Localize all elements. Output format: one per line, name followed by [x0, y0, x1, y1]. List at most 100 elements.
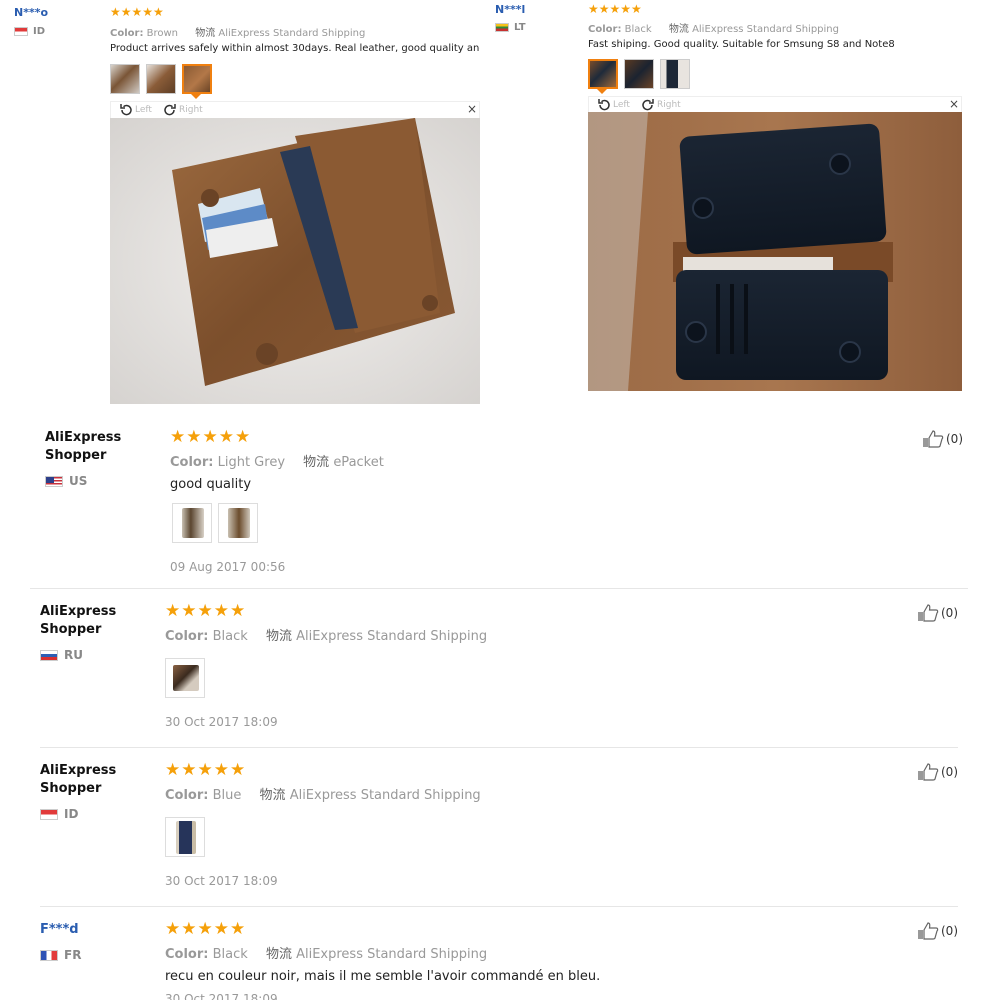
- color-value: Blue: [212, 788, 242, 803]
- selected-pointer-icon: [597, 89, 607, 94]
- shipping-label: 物流: [265, 947, 292, 962]
- divider: [40, 906, 958, 907]
- order-info: Color: Blue 物流 AliExpress Standard Shipp…: [165, 784, 481, 803]
- review-item: AliExpress Shopper ID ★★★★★ Color: Blue …: [0, 753, 1000, 905]
- rotate-left-button[interactable]: Left: [597, 98, 630, 112]
- rotate-right-label: Right: [657, 100, 681, 110]
- review-thumbnail[interactable]: [146, 64, 176, 94]
- review-thumbnail-selected[interactable]: [588, 59, 618, 89]
- order-info: Color: Light Grey 物流 ePacket: [170, 451, 384, 470]
- helpful-count: (0): [941, 765, 958, 779]
- review-text: good quality: [170, 477, 252, 492]
- image-viewer: Left Right ×: [110, 101, 480, 404]
- review-thumbnail[interactable]: [165, 658, 205, 698]
- shipping-value: AliExpress Standard Shipping: [289, 788, 481, 803]
- flag-id-icon: [40, 808, 58, 820]
- rotate-right-icon: [642, 99, 654, 111]
- country-code: ID: [33, 26, 46, 37]
- flag-us-icon: [45, 475, 63, 487]
- review-top-right: N***l LT ★★★★★ Color: Black 物流 AliExpres…: [490, 0, 970, 410]
- reviewer-name[interactable]: F***d: [40, 921, 79, 939]
- reviewer-country: ID: [40, 807, 78, 821]
- reviewer-name[interactable]: AliExpress Shopper: [45, 429, 135, 465]
- helpful-button[interactable]: (0): [917, 763, 958, 781]
- reviewer-country: LT: [495, 22, 526, 33]
- country-code: ID: [64, 807, 79, 821]
- review-thumbnail[interactable]: [165, 817, 205, 857]
- color-label: Color:: [165, 947, 209, 962]
- rotate-right-button[interactable]: Right: [641, 98, 681, 112]
- thumbs-up-icon: [923, 430, 944, 448]
- flag-ru-icon: [40, 649, 58, 661]
- color-label: Color:: [110, 28, 144, 39]
- review-thumbnail[interactable]: [172, 503, 212, 543]
- helpful-count: (0): [941, 606, 958, 620]
- divider: [30, 588, 968, 589]
- review-text: Product arrives safely within almost 30d…: [110, 43, 480, 54]
- rotate-left-label: Left: [613, 100, 630, 110]
- rating-stars: ★★★★★: [165, 760, 247, 780]
- shipping-label: 物流: [195, 28, 216, 39]
- reviewer-name[interactable]: N***l: [495, 1, 525, 19]
- review-thumbnail[interactable]: [660, 59, 690, 89]
- color-value: Black: [212, 947, 248, 962]
- shipping-value: ePacket: [333, 455, 384, 470]
- reviewer-country: US: [45, 474, 87, 488]
- review-thumbnail[interactable]: [110, 64, 140, 94]
- color-label: Color:: [588, 24, 622, 35]
- viewer-toolbar: Left Right ×: [110, 101, 480, 119]
- viewer-close-button[interactable]: ×: [949, 97, 959, 111]
- reviewer-name[interactable]: AliExpress Shopper: [40, 603, 130, 639]
- divider: [40, 747, 958, 748]
- rotate-right-button[interactable]: Right: [163, 103, 203, 117]
- order-info: Color: Black 物流 AliExpress Standard Ship…: [165, 943, 487, 962]
- helpful-button[interactable]: (0): [917, 604, 958, 622]
- color-value: Brown: [146, 28, 179, 39]
- color-value: Light Grey: [217, 455, 286, 470]
- shipping-label: 物流: [265, 629, 292, 644]
- rating-stars: ★★★★★: [165, 601, 247, 621]
- flag-id-icon: [14, 27, 28, 36]
- order-info: Color: Black 物流 AliExpress Standard Ship…: [165, 625, 487, 644]
- shipping-value: AliExpress Standard Shipping: [692, 24, 839, 35]
- review-date: 09 Aug 2017 00:56: [170, 560, 286, 574]
- shipping-label: 物流: [303, 455, 330, 470]
- rotate-left-label: Left: [135, 105, 152, 115]
- review-text: Fast shiping. Good quality. Suitable for…: [588, 39, 895, 50]
- review-photo-brown-wallet: [110, 118, 480, 404]
- helpful-count: (0): [941, 924, 958, 938]
- rotate-right-label: Right: [179, 105, 203, 115]
- thumbs-up-icon: [918, 604, 939, 622]
- review-thumbnail[interactable]: [218, 503, 258, 543]
- review-thumbnail-selected[interactable]: [182, 64, 212, 94]
- review-item: AliExpress Shopper RU ★★★★★ Color: Black…: [0, 594, 1000, 746]
- reviewer-country: ID: [14, 26, 45, 37]
- flag-lt-icon: [495, 23, 509, 32]
- review-date: 30 Oct 2017 18:09: [165, 874, 278, 888]
- color-label: Color:: [165, 629, 209, 644]
- review-thumbnail[interactable]: [624, 59, 654, 89]
- rotate-right-icon: [164, 104, 176, 116]
- flag-fr-icon: [40, 949, 58, 961]
- helpful-count: (0): [946, 432, 963, 446]
- country-code: RU: [64, 648, 83, 662]
- country-code: US: [69, 474, 88, 488]
- shipping-label: 物流: [259, 788, 286, 803]
- review-date: 30 Oct 2017 18:09: [165, 992, 278, 1000]
- color-value: Black: [212, 629, 248, 644]
- review-item: F***d FR ★★★★★ Color: Black 物流 AliExpres…: [0, 912, 1000, 1000]
- color-label: Color:: [165, 788, 209, 803]
- order-info: Color: Brown 物流 AliExpress Standard Ship…: [110, 24, 365, 39]
- country-code: FR: [64, 948, 82, 962]
- reviewer-name[interactable]: N***o: [14, 4, 48, 22]
- rotate-left-icon: [120, 104, 132, 116]
- helpful-button[interactable]: (0): [922, 430, 963, 448]
- shipping-label: 物流: [668, 24, 689, 35]
- viewer-close-button[interactable]: ×: [467, 102, 477, 116]
- rotate-left-icon: [598, 99, 610, 111]
- rating-stars: ★★★★★: [165, 919, 247, 939]
- helpful-button[interactable]: (0): [917, 922, 958, 940]
- rotate-left-button[interactable]: Left: [119, 103, 152, 117]
- rating-stars: ★★★★★: [110, 5, 164, 19]
- reviewer-name[interactable]: AliExpress Shopper: [40, 762, 130, 798]
